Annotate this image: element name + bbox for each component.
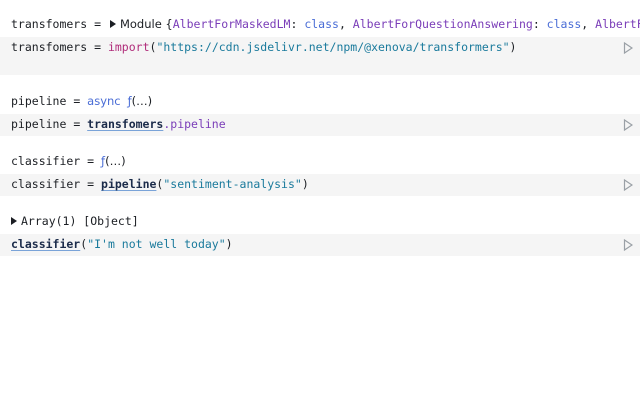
cell-output-pipeline: pipeline = async ƒ(…) [11, 93, 640, 109]
output-function-rest[interactable]: (…) [105, 154, 125, 168]
code-paren: ) [301, 177, 309, 191]
code-variable: classifier [11, 177, 81, 191]
code-equals: = [66, 117, 88, 131]
output-entry-sep: : [290, 17, 305, 31]
code-line[interactable]: classifier = pipeline("sentiment-analysi… [11, 176, 309, 192]
code-string: "I'm not well today" [87, 237, 226, 251]
code-paren: ) [225, 237, 233, 251]
code-equals: = [87, 40, 108, 54]
output-entry: AlbertForSeq [595, 17, 640, 31]
output-variable-name: classifier [11, 154, 81, 168]
code-cell-import[interactable]: transfomers = import("https://cdn.jsdeli… [0, 37, 640, 75]
output-entry-type: class [546, 17, 582, 31]
code-cell-classify-call[interactable]: classifier("I'm not well today") [0, 234, 640, 256]
output-entry: AlbertForQuestionAnswering [352, 17, 533, 31]
output-module-label[interactable]: Module { [120, 17, 173, 31]
code-string: "https://cdn.jsdelivr.net/npm/@xenova/tr… [156, 40, 510, 54]
output-variable-name: pipeline [11, 94, 67, 108]
output-equals: = [87, 17, 108, 31]
output-entry-sep: : [532, 17, 547, 31]
code-variable: pipeline [11, 117, 67, 131]
output-equals: = [66, 94, 88, 108]
disclosure-triangle-icon[interactable] [11, 217, 17, 225]
output-entry-sep: , [581, 17, 596, 31]
code-line[interactable]: transfomers = import("https://cdn.jsdeli… [11, 39, 516, 55]
cell-output-classifier: classifier = ƒ(…) [11, 153, 640, 169]
output-entry-sep: , [338, 17, 353, 31]
output-variable-name: transfomers [11, 17, 88, 31]
code-variable: transfomers [11, 40, 88, 54]
cell-output-array: Array(1) [Object] [11, 213, 640, 229]
output-equals: = [80, 154, 102, 168]
output-entry-type: class [304, 17, 339, 31]
output-async-keyword: async [87, 94, 121, 108]
code-reference-link[interactable]: classifier [11, 237, 80, 251]
code-reference-link[interactable]: pipeline [101, 177, 156, 191]
play-icon[interactable] [623, 42, 633, 54]
code-function: import [107, 40, 150, 54]
code-property: .pipeline [163, 117, 226, 131]
code-line[interactable]: classifier("I'm not well today") [11, 236, 233, 252]
output-function-rest[interactable]: (…) [132, 94, 152, 108]
output-entry: AlbertForMaskedLM [172, 17, 291, 31]
code-cell-pipeline[interactable]: pipeline = transfomers.pipeline [0, 114, 640, 136]
play-icon[interactable] [623, 179, 633, 191]
code-reference-link[interactable]: transfomers [87, 117, 163, 131]
code-string: "sentiment-analysis" [163, 177, 302, 191]
code-line[interactable]: pipeline = transfomers.pipeline [11, 116, 226, 132]
output-array-summary[interactable]: Array(1) [Object] [21, 214, 139, 228]
disclosure-triangle-icon[interactable] [109, 20, 116, 28]
cell-output-transfomers: transfomers = Module {AlbertForMaskedLM:… [11, 16, 640, 32]
play-icon[interactable] [623, 239, 633, 251]
code-paren: ) [509, 40, 517, 54]
play-icon[interactable] [623, 119, 633, 131]
code-equals: = [80, 177, 102, 191]
code-cell-classifier[interactable]: classifier = pipeline("sentiment-analysi… [0, 174, 640, 196]
